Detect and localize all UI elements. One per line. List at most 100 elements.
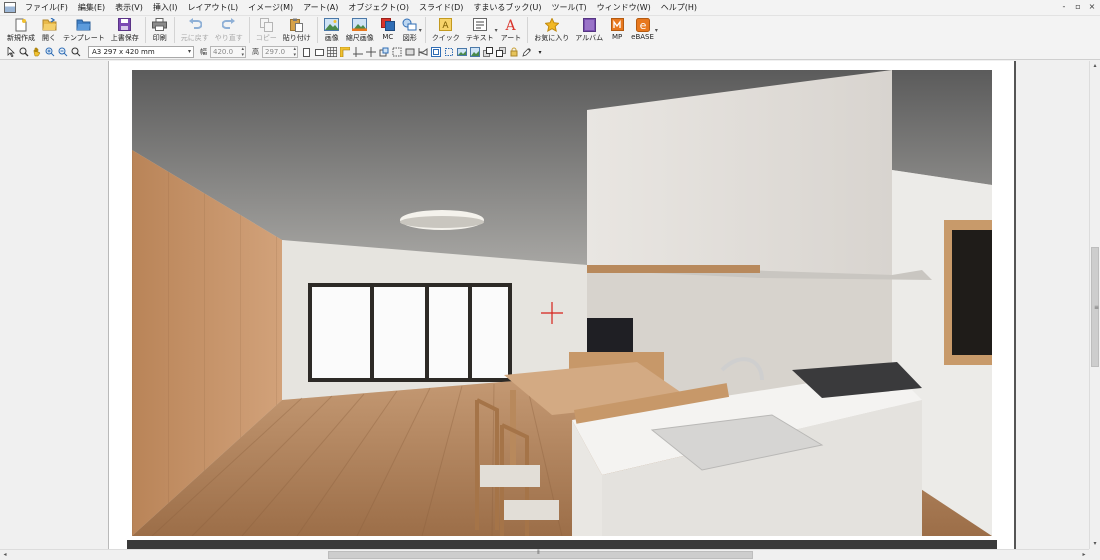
image-button[interactable]: 画像 — [321, 16, 343, 43]
favorites-button[interactable]: お気に入り — [531, 16, 572, 43]
paste-button[interactable]: 貼り付け — [280, 16, 314, 43]
menu-smilebook[interactable]: すまいるブック(U) — [468, 0, 546, 16]
bring-front-icon[interactable] — [483, 47, 493, 57]
frame-icon[interactable] — [431, 47, 441, 57]
height-spinner-icon[interactable]: ▴ ▾ — [293, 46, 296, 58]
snap-icon[interactable] — [379, 47, 389, 57]
crosshair-icon[interactable] — [366, 47, 376, 57]
new-button[interactable]: 新規作成 — [4, 16, 38, 43]
quick-text-icon: A — [438, 17, 454, 32]
grid-icon[interactable] — [327, 47, 337, 57]
mp-button[interactable]: MP — [606, 16, 628, 41]
menu-edit[interactable]: 編集(E) — [73, 0, 110, 16]
width-spinner-icon[interactable]: ▴ ▾ — [241, 46, 244, 58]
save-button[interactable]: 上書保存 — [108, 16, 142, 43]
grip-icon: ⦀ — [537, 549, 540, 556]
ebase-button[interactable]: e eBASE — [628, 16, 657, 41]
redo-button[interactable]: やり直す — [212, 16, 246, 43]
app-icon[interactable] — [4, 2, 16, 13]
undo-button[interactable]: 元に戻す — [178, 16, 212, 43]
mc-button[interactable]: MC — [377, 16, 399, 41]
album-book-icon — [581, 17, 597, 32]
select-region-icon[interactable] — [392, 47, 402, 57]
image-icon — [324, 17, 340, 32]
horizontal-scroll-thumb[interactable]: ⦀ — [328, 549, 753, 559]
landscape-icon[interactable] — [314, 47, 324, 57]
width-field[interactable]: 420.0 ▴ ▾ — [210, 46, 246, 58]
scroll-down-icon[interactable]: ▾ — [1090, 539, 1100, 549]
menu-window[interactable]: ウィンドウ(W) — [592, 0, 656, 16]
height-value: 297.0 — [265, 48, 286, 56]
vertical-scrollbar[interactable]: ▴ ≡ ▾ — [1089, 61, 1100, 549]
open-button[interactable]: 開く — [38, 16, 60, 43]
close-button[interactable]: × — [1088, 2, 1096, 12]
ruler-icon[interactable] — [340, 47, 350, 57]
print-button[interactable]: 印刷 — [149, 16, 171, 43]
menu-tools[interactable]: ツール(T) — [546, 0, 591, 16]
scroll-right-icon[interactable]: ▸ — [1079, 550, 1089, 560]
align-icon[interactable] — [405, 47, 415, 57]
zoom-out-icon[interactable] — [58, 47, 68, 57]
menu-image[interactable]: イメージ(M) — [243, 0, 298, 16]
toolbar-separator — [527, 17, 529, 43]
scale-image-icon — [352, 17, 368, 32]
lock-icon[interactable] — [509, 47, 519, 57]
menu-bar: ファイル(F) 編集(E) 表示(V) 挿入(I) レイアウト(L) イメージ(… — [0, 0, 1100, 16]
menu-art[interactable]: アート(A) — [298, 0, 343, 16]
album-button[interactable]: アルバム — [572, 16, 606, 43]
menu-view[interactable]: 表示(V) — [110, 0, 148, 16]
shape-dropdown-icon[interactable]: ▾ — [419, 27, 422, 34]
group-icon[interactable] — [418, 47, 428, 57]
scroll-left-icon[interactable]: ◂ — [0, 550, 10, 560]
favorites-label: お気に入り — [534, 34, 570, 42]
quick-button[interactable]: A クイック — [429, 16, 463, 43]
menu-layout[interactable]: レイアウト(L) — [182, 0, 243, 16]
photo-frame-icon[interactable] — [470, 47, 480, 57]
vertical-scroll-thumb[interactable]: ≡ — [1091, 247, 1099, 367]
menu-object[interactable]: オブジェクト(O) — [343, 0, 414, 16]
zoom-fit-icon[interactable] — [71, 47, 81, 57]
hand-pan-icon[interactable] — [32, 47, 42, 57]
guide-line-icon[interactable] — [353, 47, 363, 57]
canvas-workspace[interactable] — [0, 61, 1089, 549]
caption-bar — [127, 540, 997, 549]
zoom-icon[interactable] — [19, 47, 29, 57]
shape-label: 図形 — [402, 34, 417, 42]
frame-select-icon[interactable] — [444, 47, 454, 57]
eyedropper-dropdown-icon[interactable]: ▾ — [535, 47, 545, 57]
copy-button[interactable]: コピー — [253, 16, 280, 43]
paste-label: 貼り付け — [282, 34, 311, 42]
room-render-image[interactable] — [132, 70, 992, 536]
menu-slide[interactable]: スライド(D) — [414, 0, 468, 16]
ebase-icon: e — [635, 17, 651, 32]
minimize-button[interactable]: - — [1060, 2, 1068, 12]
toolbar-separator — [144, 17, 146, 43]
text-button[interactable]: テキスト — [463, 16, 497, 43]
save-disk-icon — [117, 17, 133, 32]
photo-icon[interactable] — [457, 47, 467, 57]
template-button[interactable]: テンプレート — [60, 16, 108, 43]
restore-button[interactable]: ▫ — [1074, 2, 1082, 12]
menu-file[interactable]: ファイル(F) — [20, 0, 73, 16]
ebase-dropdown-icon[interactable]: ▾ — [655, 27, 658, 34]
horizontal-scrollbar[interactable]: ◂ ⦀ ▸ — [0, 549, 1089, 560]
menu-insert[interactable]: 挿入(I) — [148, 0, 183, 16]
svg-text:A: A — [505, 18, 517, 32]
send-back-icon[interactable] — [496, 47, 506, 57]
ebase-label: eBASE — [631, 33, 654, 41]
shape-button[interactable]: 図形 — [399, 16, 421, 43]
document-page[interactable] — [108, 61, 1016, 549]
printer-icon — [152, 17, 168, 32]
scroll-up-icon[interactable]: ▴ — [1090, 61, 1100, 71]
scale-image-button[interactable]: 縮尺画像 — [343, 16, 377, 43]
eyedropper-icon[interactable] — [522, 47, 532, 57]
menu-help[interactable]: ヘルプ(H) — [656, 0, 702, 16]
portrait-icon[interactable] — [301, 47, 311, 57]
art-button[interactable]: A アート — [498, 16, 525, 43]
paper-size-select[interactable]: A3 297 x 420 mm ▾ — [88, 46, 194, 58]
select-arrow-icon[interactable] — [6, 47, 16, 57]
image-label: 画像 — [324, 34, 339, 42]
redo-arrow-icon — [221, 17, 237, 32]
zoom-in-icon[interactable] — [45, 47, 55, 57]
height-field[interactable]: 297.0 ▴ ▾ — [262, 46, 298, 58]
